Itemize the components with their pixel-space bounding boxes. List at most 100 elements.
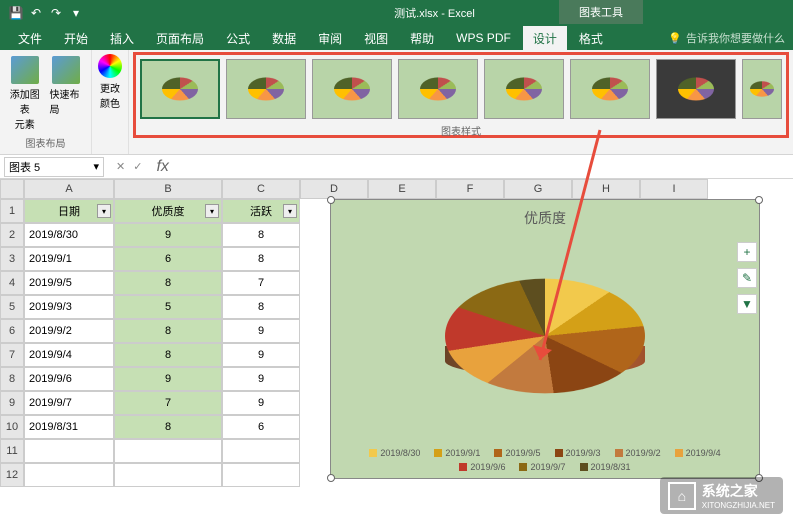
cell-activity[interactable]: 7 <box>222 271 300 295</box>
col-header-G[interactable]: G <box>504 179 572 199</box>
cell-quality[interactable]: 8 <box>114 415 222 439</box>
legend-item[interactable]: 2019/9/2 <box>615 448 661 458</box>
fx-label[interactable]: fx <box>150 158 168 176</box>
empty-cell[interactable] <box>24 463 114 487</box>
filter-dropdown-icon[interactable]: ▾ <box>205 204 219 218</box>
empty-cell[interactable] <box>222 439 300 463</box>
cell-date[interactable]: 2019/9/4 <box>24 343 114 367</box>
cell-quality[interactable]: 5 <box>114 295 222 319</box>
change-colors-button[interactable]: 更改 颜色 <box>98 54 122 110</box>
quick-layout-button[interactable]: 快速布局 <box>48 54 86 133</box>
cell-activity[interactable]: 9 <box>222 391 300 415</box>
cell-quality[interactable]: 8 <box>114 343 222 367</box>
chart-legend[interactable]: 2019/8/30 2019/9/1 2019/9/5 2019/9/3 2019/9/… <box>331 448 759 472</box>
header-cell-date[interactable]: 日期▾ <box>24 199 114 223</box>
col-header-C[interactable]: C <box>222 179 300 199</box>
col-header-I[interactable]: I <box>640 179 708 199</box>
resize-handle-ne[interactable] <box>755 196 763 204</box>
col-header-H[interactable]: H <box>572 179 640 199</box>
cancel-icon[interactable]: ✕ <box>116 160 125 173</box>
legend-item[interactable]: 2019/9/4 <box>675 448 721 458</box>
col-header-D[interactable]: D <box>300 179 368 199</box>
chart-filters-button[interactable]: ▼ <box>737 294 757 314</box>
row-header-6[interactable]: 6 <box>0 319 24 343</box>
cell-activity[interactable]: 9 <box>222 367 300 391</box>
legend-item[interactable]: 2019/8/30 <box>369 448 420 458</box>
tab-insert[interactable]: 插入 <box>100 26 144 51</box>
legend-item[interactable]: 2019/9/6 <box>459 462 505 472</box>
col-header-F[interactable]: F <box>436 179 504 199</box>
row-header-11[interactable]: 11 <box>0 439 24 463</box>
embedded-chart[interactable]: 优质度 2019/8/302019/9/12019/9/52019/9/3201… <box>330 199 760 479</box>
cell-date[interactable]: 2019/9/1 <box>24 247 114 271</box>
tab-format[interactable]: 格式 <box>569 26 613 51</box>
tab-file[interactable]: 文件 <box>8 26 52 51</box>
col-header-E[interactable]: E <box>368 179 436 199</box>
cell-activity[interactable]: 6 <box>222 415 300 439</box>
enter-icon[interactable]: ✓ <box>133 160 142 173</box>
cell-date[interactable]: 2019/9/3 <box>24 295 114 319</box>
empty-cell[interactable] <box>222 463 300 487</box>
row-header-1[interactable]: 1 <box>0 199 24 223</box>
tab-formulas[interactable]: 公式 <box>216 26 260 51</box>
resize-handle-nw[interactable] <box>327 196 335 204</box>
tab-design[interactable]: 设计 <box>523 26 567 51</box>
chart-style-8[interactable] <box>742 59 782 119</box>
row-header-7[interactable]: 7 <box>0 343 24 367</box>
tab-page-layout[interactable]: 页面布局 <box>146 26 214 51</box>
header-cell-activity[interactable]: 活跃▾ <box>222 199 300 223</box>
legend-item[interactable]: 2019/9/7 <box>519 462 565 472</box>
empty-cell[interactable] <box>114 463 222 487</box>
row-header-2[interactable]: 2 <box>0 223 24 247</box>
legend-item[interactable]: 2019/9/1 <box>434 448 480 458</box>
row-header-3[interactable]: 3 <box>0 247 24 271</box>
chart-style-2[interactable] <box>226 59 306 119</box>
filter-dropdown-icon[interactable]: ▾ <box>283 204 297 218</box>
chart-style-1[interactable] <box>140 59 220 119</box>
legend-item[interactable]: 2019/9/5 <box>494 448 540 458</box>
cell-activity[interactable]: 8 <box>222 247 300 271</box>
chart-style-3[interactable] <box>312 59 392 119</box>
header-cell-quality[interactable]: 优质度▾ <box>114 199 222 223</box>
row-header-12[interactable]: 12 <box>0 463 24 487</box>
row-header-5[interactable]: 5 <box>0 295 24 319</box>
select-all-corner[interactable] <box>0 179 24 199</box>
cell-date[interactable]: 2019/9/5 <box>24 271 114 295</box>
col-header-A[interactable]: A <box>24 179 114 199</box>
tab-help[interactable]: 帮助 <box>400 26 444 51</box>
cell-date[interactable]: 2019/9/6 <box>24 367 114 391</box>
redo-icon[interactable]: ↷ <box>48 5 64 21</box>
chart-style-4[interactable] <box>398 59 478 119</box>
cell-date[interactable]: 2019/8/31 <box>24 415 114 439</box>
chart-style-6[interactable] <box>570 59 650 119</box>
cell-date[interactable]: 2019/9/2 <box>24 319 114 343</box>
legend-item[interactable]: 2019/8/31 <box>580 462 631 472</box>
row-header-10[interactable]: 10 <box>0 415 24 439</box>
tab-view[interactable]: 视图 <box>354 26 398 51</box>
cell-quality[interactable]: 9 <box>114 367 222 391</box>
cell-quality[interactable]: 8 <box>114 271 222 295</box>
tab-data[interactable]: 数据 <box>262 26 306 51</box>
pie-chart-plot[interactable] <box>435 236 655 456</box>
legend-item[interactable]: 2019/9/3 <box>555 448 601 458</box>
row-header-4[interactable]: 4 <box>0 271 24 295</box>
cell-activity[interactable]: 8 <box>222 295 300 319</box>
cell-quality[interactable]: 7 <box>114 391 222 415</box>
name-box[interactable]: 图表 5 ▾ <box>4 157 104 177</box>
tab-wps-pdf[interactable]: WPS PDF <box>446 27 521 49</box>
cell-quality[interactable]: 8 <box>114 319 222 343</box>
cell-activity[interactable]: 9 <box>222 319 300 343</box>
chart-title[interactable]: 优质度 <box>331 200 759 228</box>
filter-dropdown-icon[interactable]: ▾ <box>97 204 111 218</box>
cell-activity[interactable]: 8 <box>222 223 300 247</box>
undo-icon[interactable]: ↶ <box>28 5 44 21</box>
chart-style-7[interactable] <box>656 59 736 119</box>
empty-cell[interactable] <box>114 439 222 463</box>
tab-home[interactable]: 开始 <box>54 26 98 51</box>
chart-style-5[interactable] <box>484 59 564 119</box>
cell-date[interactable]: 2019/9/7 <box>24 391 114 415</box>
chart-elements-button[interactable]: + <box>737 242 757 262</box>
qat-dropdown-icon[interactable]: ▾ <box>68 5 84 21</box>
add-chart-element-button[interactable]: 添加图表 元素 <box>6 54 44 133</box>
namebox-dropdown-icon[interactable]: ▾ <box>93 160 99 173</box>
